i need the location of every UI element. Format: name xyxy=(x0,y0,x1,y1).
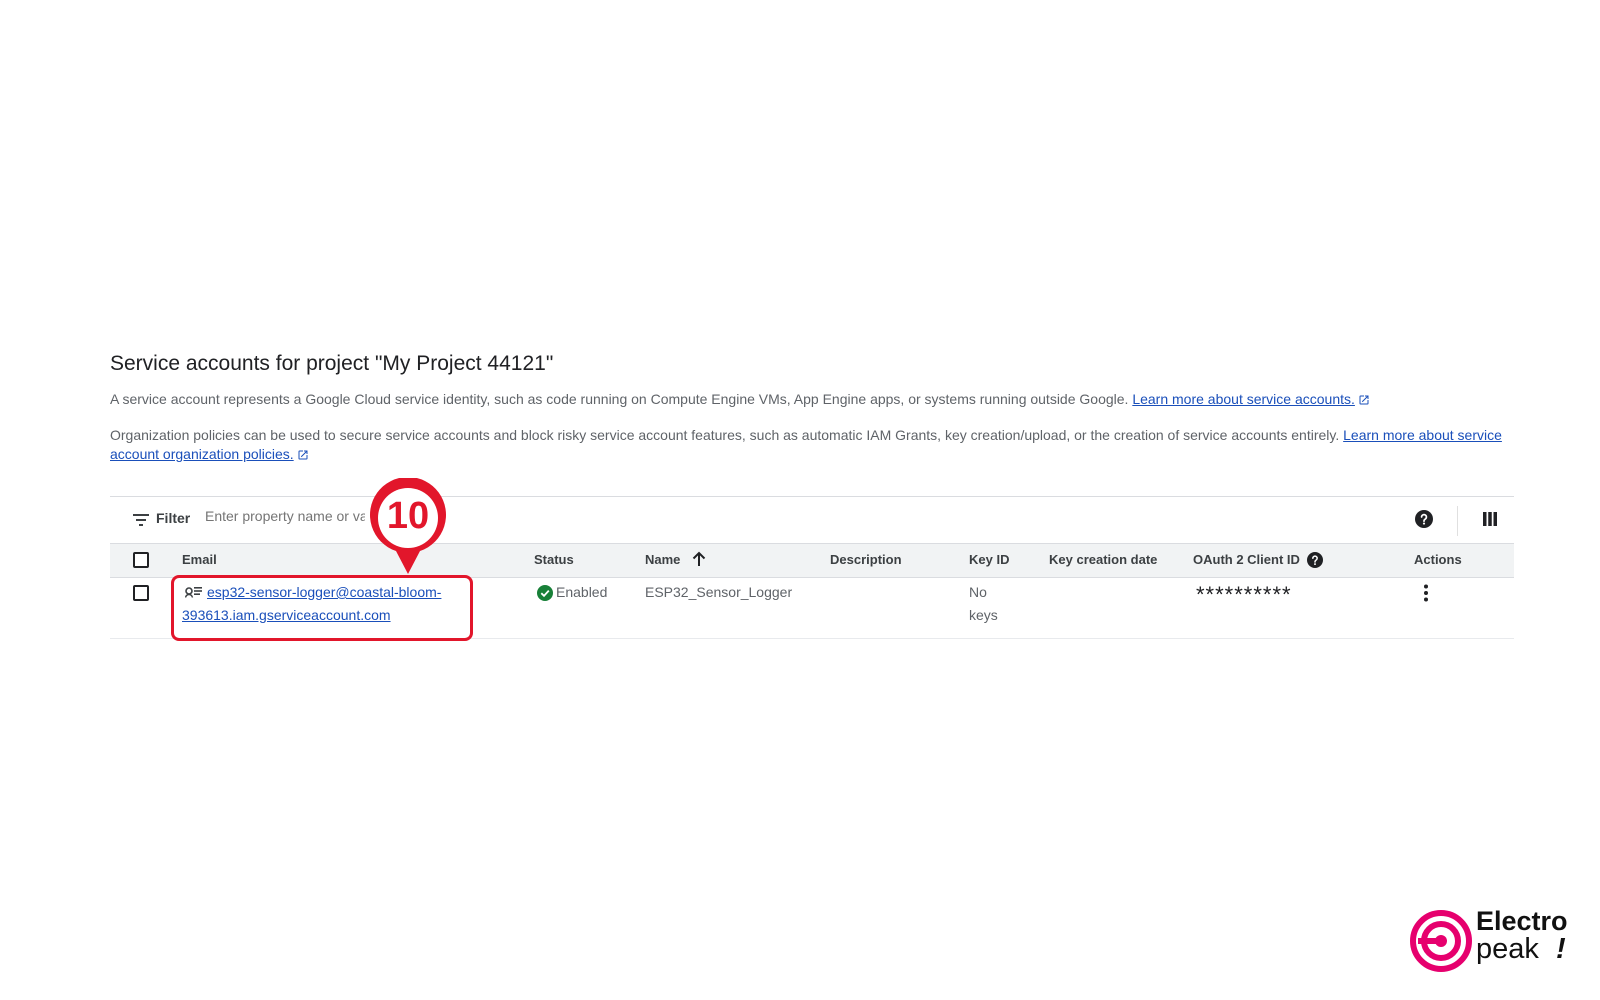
column-header-actions: Actions xyxy=(1414,552,1462,567)
external-link-icon xyxy=(1359,395,1369,405)
column-header-name[interactable]: Name xyxy=(645,552,680,567)
row-checkbox[interactable] xyxy=(133,585,149,601)
column-header-email[interactable]: Email xyxy=(182,552,217,567)
filter-icon[interactable] xyxy=(133,514,149,526)
column-header-key-creation-date[interactable]: Key creation date xyxy=(1049,552,1157,567)
status-text: Enabled xyxy=(556,584,608,600)
help-icon[interactable] xyxy=(1415,510,1433,528)
page-title: Service accounts for project "My Project… xyxy=(110,352,554,375)
table-header-row xyxy=(110,543,1514,578)
highlight-box xyxy=(171,575,473,641)
description-text: Organization policies can be used to sec… xyxy=(110,427,1340,443)
select-all-checkbox[interactable] xyxy=(133,552,149,568)
service-account-name: ESP32_Sensor_Logger xyxy=(645,584,793,600)
electropeak-logo: Electro peak ! xyxy=(1410,906,1580,976)
organization-policies-description: Organization policies can be used to sec… xyxy=(110,426,1510,464)
logo-word-peak: peak xyxy=(1476,933,1539,965)
key-id-value-continued: keys xyxy=(969,607,998,623)
description-text: A service account represents a Google Cl… xyxy=(110,391,1129,407)
columns-icon[interactable] xyxy=(1483,512,1497,526)
learn-more-service-accounts-link[interactable]: Learn more about service accounts. xyxy=(1132,391,1370,407)
electropeak-logo-mark xyxy=(1410,910,1472,972)
external-link-icon xyxy=(298,450,308,460)
help-icon[interactable] xyxy=(1307,552,1323,568)
column-header-description[interactable]: Description xyxy=(830,552,902,567)
oauth-client-id-value: ********** xyxy=(1196,582,1292,607)
check-circle-icon xyxy=(537,585,553,601)
more-vert-icon[interactable] xyxy=(1423,584,1429,602)
logo-exclamation: ! xyxy=(1556,933,1566,965)
filter-input[interactable] xyxy=(205,508,365,524)
arrow-up-icon[interactable] xyxy=(692,551,706,567)
column-header-key-id[interactable]: Key ID xyxy=(969,552,1009,567)
toolbar-separator xyxy=(1457,506,1458,536)
column-header-status[interactable]: Status xyxy=(534,552,574,567)
key-id-value: No xyxy=(969,584,987,600)
service-account-description: A service account represents a Google Cl… xyxy=(110,390,1370,409)
step-number: 10 xyxy=(386,495,430,537)
column-header-oauth-client-id[interactable]: OAuth 2 Client ID xyxy=(1193,552,1300,567)
filter-label[interactable]: Filter xyxy=(156,510,190,526)
